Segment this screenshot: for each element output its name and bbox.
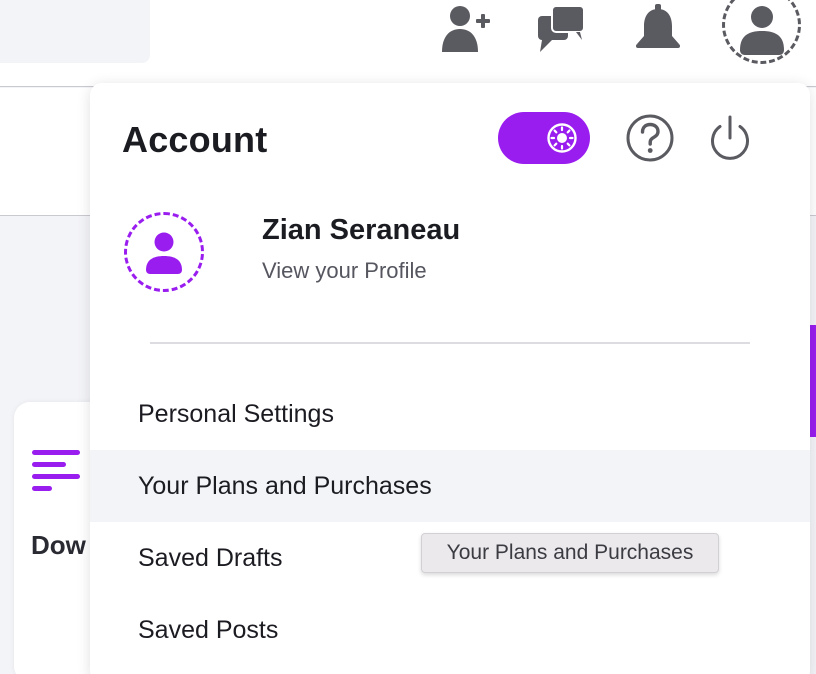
account-dropdown: Account Zian Seraneau View your Profile … [90,83,810,674]
user-avatar-icon[interactable] [722,0,801,64]
help-icon[interactable] [625,113,675,163]
side-card-label: Dow [31,530,86,560]
bell-icon[interactable] [632,0,684,56]
search-box[interactable] [0,0,150,63]
sun-icon [542,118,582,158]
account-menu: Personal Settings Your Plans and Purchas… [90,378,810,666]
profile-name: Zian Seraneau [262,214,461,246]
account-title: Account [122,119,268,160]
menu-item-plans-purchases[interactable]: Your Plans and Purchases [90,450,810,522]
top-bar [0,0,816,87]
profile-link[interactable]: Zian Seraneau View your Profile [120,208,540,294]
add-user-icon[interactable] [440,0,492,56]
divider [150,342,750,344]
tooltip: Your Plans and Purchases [421,533,719,573]
accent-bar [810,325,816,437]
view-profile-label: View your Profile [262,258,427,283]
theme-toggle[interactable] [498,112,590,164]
menu-lines-icon[interactable] [32,450,84,499]
menu-item-saved-posts[interactable]: Saved Posts [90,594,810,666]
chat-icon[interactable] [536,0,588,56]
profile-avatar-icon [124,212,204,292]
power-icon[interactable] [705,113,755,163]
menu-item-personal-settings[interactable]: Personal Settings [90,378,810,450]
